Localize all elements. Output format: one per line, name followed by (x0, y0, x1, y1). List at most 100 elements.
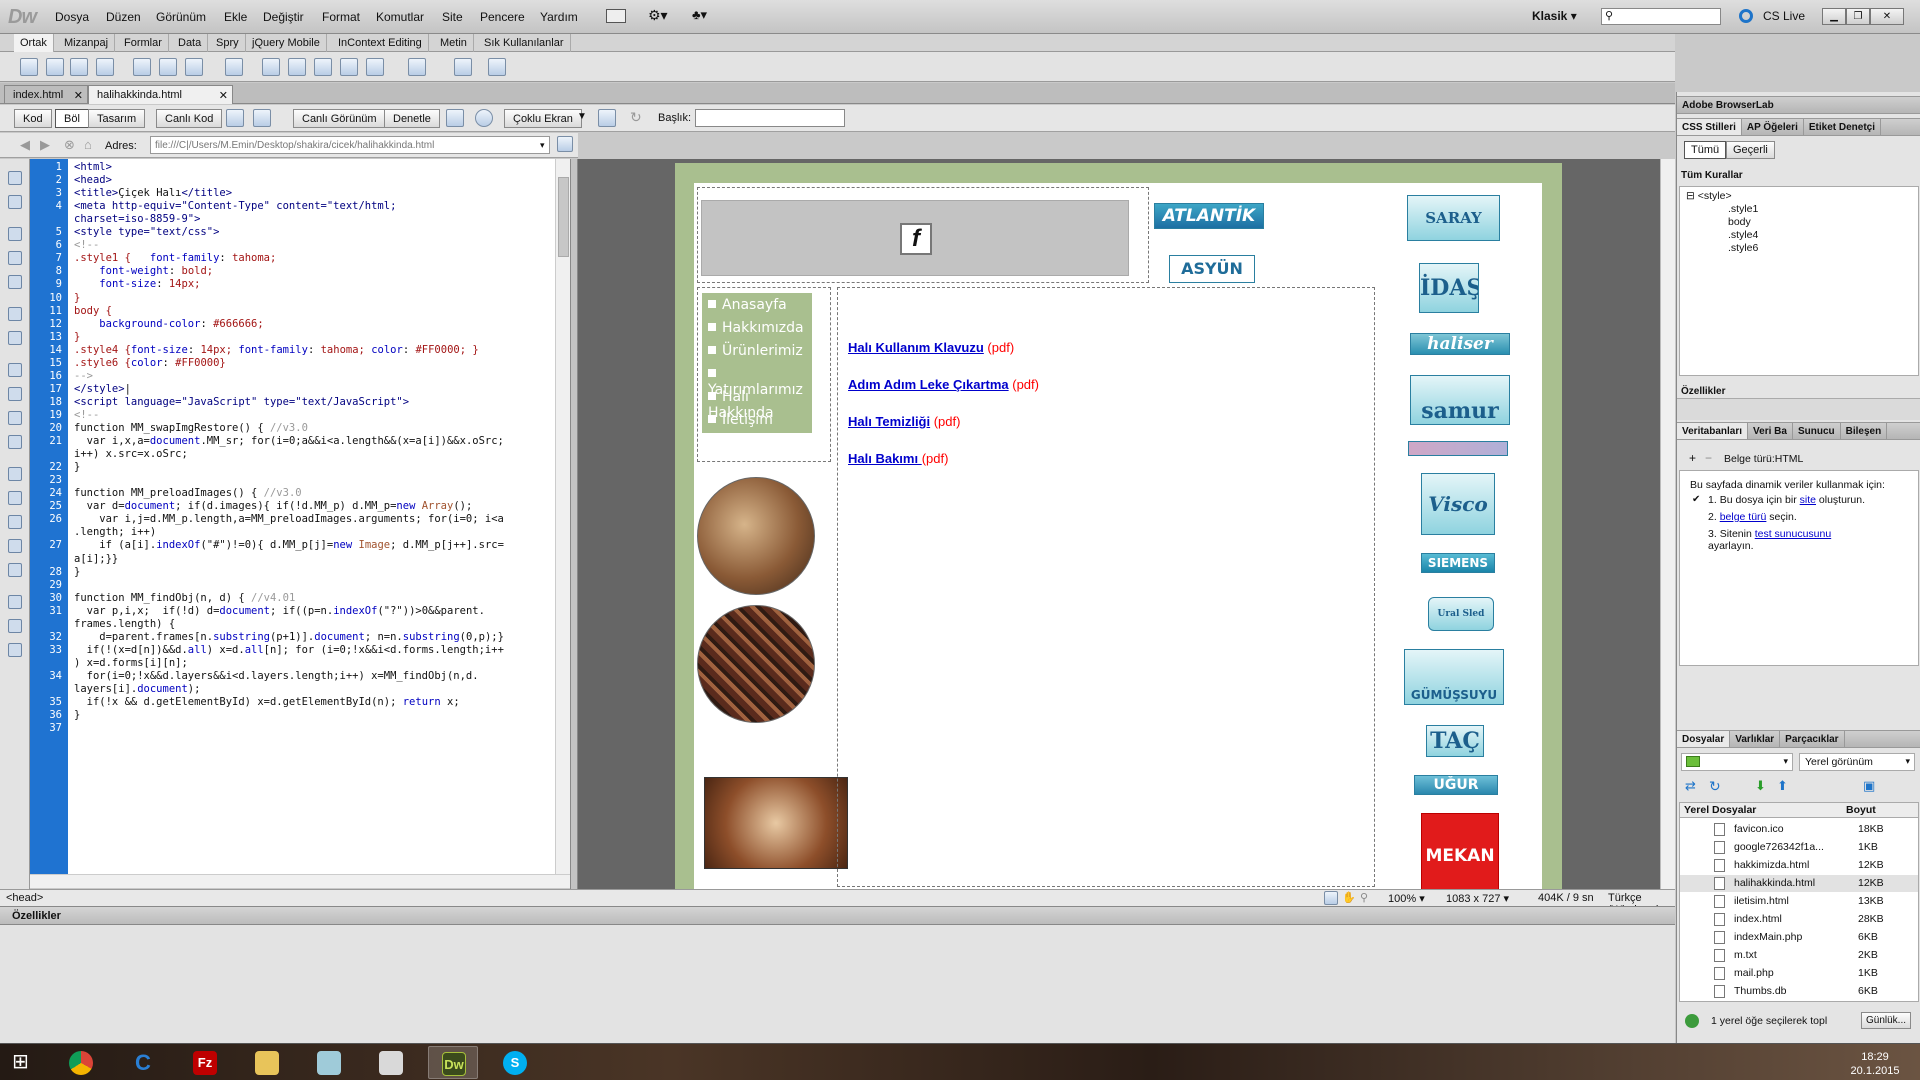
forward-icon[interactable]: ▶ (40, 137, 50, 153)
design-scrollbar[interactable] (1660, 159, 1675, 889)
file-row[interactable]: google726342f1a... 1KB (1680, 839, 1918, 856)
templates-icon[interactable] (454, 58, 472, 76)
file-management-icon[interactable] (446, 109, 464, 127)
gear-icon[interactable]: ⚙▾ (648, 7, 668, 24)
link-hali-temizligi[interactable]: Halı Temizliği (848, 414, 930, 429)
home-icon[interactable]: ⌂ (84, 137, 92, 152)
rule-style1[interactable]: .style1 (1728, 203, 1758, 215)
server-include-icon[interactable] (314, 58, 332, 76)
taskbar-paint[interactable] (366, 1046, 416, 1079)
code-horizontal-scrollbar[interactable] (30, 874, 570, 888)
layout-icon[interactable] (606, 9, 626, 23)
back-icon[interactable]: ◀ (20, 137, 30, 153)
local-files-header[interactable]: Yerel Dosyalar (1684, 804, 1756, 816)
tab-server-behaviors[interactable]: Sunucu (1793, 423, 1841, 439)
nav-anasayfa[interactable]: Anasayfa (708, 297, 787, 313)
expand-all-icon[interactable] (8, 275, 22, 289)
menu-duzen[interactable]: Düzen (106, 10, 141, 24)
rule-style-tag[interactable]: ⊟ <style> (1686, 190, 1732, 202)
menu-format[interactable]: Format (322, 10, 360, 24)
chevron-down-icon[interactable]: ▼ (577, 111, 587, 122)
stop-icon[interactable]: ⊗ (64, 137, 75, 153)
script-icon[interactable] (408, 58, 426, 76)
window-size[interactable]: 1083 x 727 ▾ (1446, 892, 1509, 905)
menu-yardim[interactable]: Yardım (540, 10, 578, 24)
menu-ekle[interactable]: Ekle (224, 10, 247, 24)
email-link-icon[interactable] (46, 58, 64, 76)
tab-bindings[interactable]: Veri Ba (1748, 423, 1793, 439)
zoom-level[interactable]: 100% ▾ (1388, 892, 1425, 905)
split-view-button[interactable]: Böl (55, 109, 89, 128)
title-input[interactable] (695, 109, 845, 127)
address-input[interactable]: file:///C|/Users/M.Emin/Desktop/shakira/… (150, 136, 550, 154)
code-scrollbar[interactable] (555, 159, 570, 874)
refresh-icon[interactable]: ↻ (1709, 778, 1721, 795)
tab-ortak[interactable]: Ortak (14, 34, 54, 52)
menu-site[interactable]: Site (442, 10, 463, 24)
taskbar-explorer[interactable] (242, 1046, 292, 1079)
open-documents-icon[interactable] (8, 171, 22, 185)
close-icon[interactable]: ✕ (219, 89, 228, 102)
file-row[interactable]: hakkimizda.html 12KB (1680, 857, 1918, 874)
tab-components[interactable]: Bileşen (1841, 423, 1888, 439)
tab-jquery-mobile[interactable]: jQuery Mobile (246, 34, 327, 52)
tab-snippets[interactable]: Parçacıklar (1780, 731, 1845, 747)
size-header[interactable]: Boyut (1846, 804, 1876, 816)
rule-body[interactable]: body (1728, 216, 1751, 228)
show-code-navigator-icon[interactable] (8, 195, 22, 209)
maximize-button[interactable]: ❐ (1846, 8, 1870, 25)
file-row[interactable]: m.txt 2KB (1680, 947, 1918, 964)
menu-pencere[interactable]: Pencere (480, 10, 525, 24)
testing-server-link[interactable]: test sunucusunu (1755, 528, 1831, 540)
menu-komutlar[interactable]: Komutlar (376, 10, 424, 24)
taskbar-ccleaner[interactable]: C (118, 1046, 168, 1079)
syntax-coloring-icon[interactable] (8, 411, 22, 425)
get-files-icon[interactable]: ⬇ (1755, 778, 1766, 794)
flash-placeholder[interactable]: f (701, 200, 1129, 276)
select-tool-icon[interactable] (1324, 891, 1338, 905)
nav-iletisim[interactable]: İletişim (708, 412, 773, 428)
doc-tab-halihakkinda[interactable]: halihakkinda.html ✕ (88, 85, 233, 104)
tab-metin[interactable]: Metin (434, 34, 474, 52)
head-icon[interactable] (366, 58, 384, 76)
tab-incontext-editing[interactable]: InContext Editing (332, 34, 429, 52)
taskbar-dreamweaver[interactable]: Dw (428, 1046, 478, 1079)
collapse-selection-icon[interactable] (8, 251, 22, 265)
taskbar-clock[interactable]: 18:29 20.1.2015 (1840, 1050, 1910, 1078)
multiscreen-button[interactable]: Çoklu Ekran (504, 109, 582, 128)
help-search-input[interactable]: ⚲ (1601, 8, 1721, 25)
cs-live-button[interactable]: CS Live (1763, 9, 1805, 23)
expand-panel-icon[interactable]: ▣ (1863, 778, 1875, 794)
address-options-icon[interactable] (557, 136, 573, 152)
file-row[interactable]: iletisim.html 13KB (1680, 893, 1918, 910)
widget-icon[interactable] (262, 58, 280, 76)
preview-browser-icon[interactable] (475, 109, 493, 127)
site-link[interactable]: site (1800, 494, 1816, 506)
tab-formlar[interactable]: Formlar (118, 34, 169, 52)
taskbar-chrome[interactable] (56, 1046, 106, 1079)
design-view-button[interactable]: Tasarım (88, 109, 146, 128)
tab-databases[interactable]: Veritabanları (1677, 423, 1749, 439)
nav-urunlerimiz[interactable]: Ürünlerimiz (708, 343, 803, 359)
tab-assets[interactable]: Varlıklar (1730, 731, 1781, 747)
outdent-code-icon[interactable] (8, 619, 22, 633)
live-code-button[interactable]: Canlı Kod (156, 109, 223, 128)
sitemap-icon[interactable]: ♣▾ (692, 7, 707, 23)
css-mode-all[interactable]: Tümü (1684, 141, 1727, 159)
visual-aids-icon[interactable] (598, 109, 616, 127)
code-editor[interactable]: <html> <head> <title>Çiçek Halı</title> <me… (68, 159, 555, 874)
format-source-icon[interactable] (8, 643, 22, 657)
add-icon[interactable]: + (1689, 451, 1696, 465)
div-icon[interactable] (159, 58, 177, 76)
browserlab-header[interactable]: Adobe BrowserLab (1677, 96, 1920, 114)
tab-ap-elements[interactable]: AP Öğeleri (1742, 119, 1804, 135)
image-icon[interactable] (185, 58, 203, 76)
tab-files[interactable]: Dosyalar (1677, 731, 1731, 747)
recent-snippets-icon[interactable] (8, 539, 22, 553)
log-button[interactable]: Günlük... (1861, 1012, 1912, 1029)
inspect-button[interactable]: Denetle (384, 109, 440, 128)
workspace-switcher[interactable]: Klasik ▾ (1532, 9, 1577, 23)
link-hali-bakimi[interactable]: Halı Bakımı (848, 451, 922, 466)
live-code-options-icon[interactable] (226, 109, 244, 127)
doc-tab-index[interactable]: index.html ✕ (4, 85, 88, 104)
